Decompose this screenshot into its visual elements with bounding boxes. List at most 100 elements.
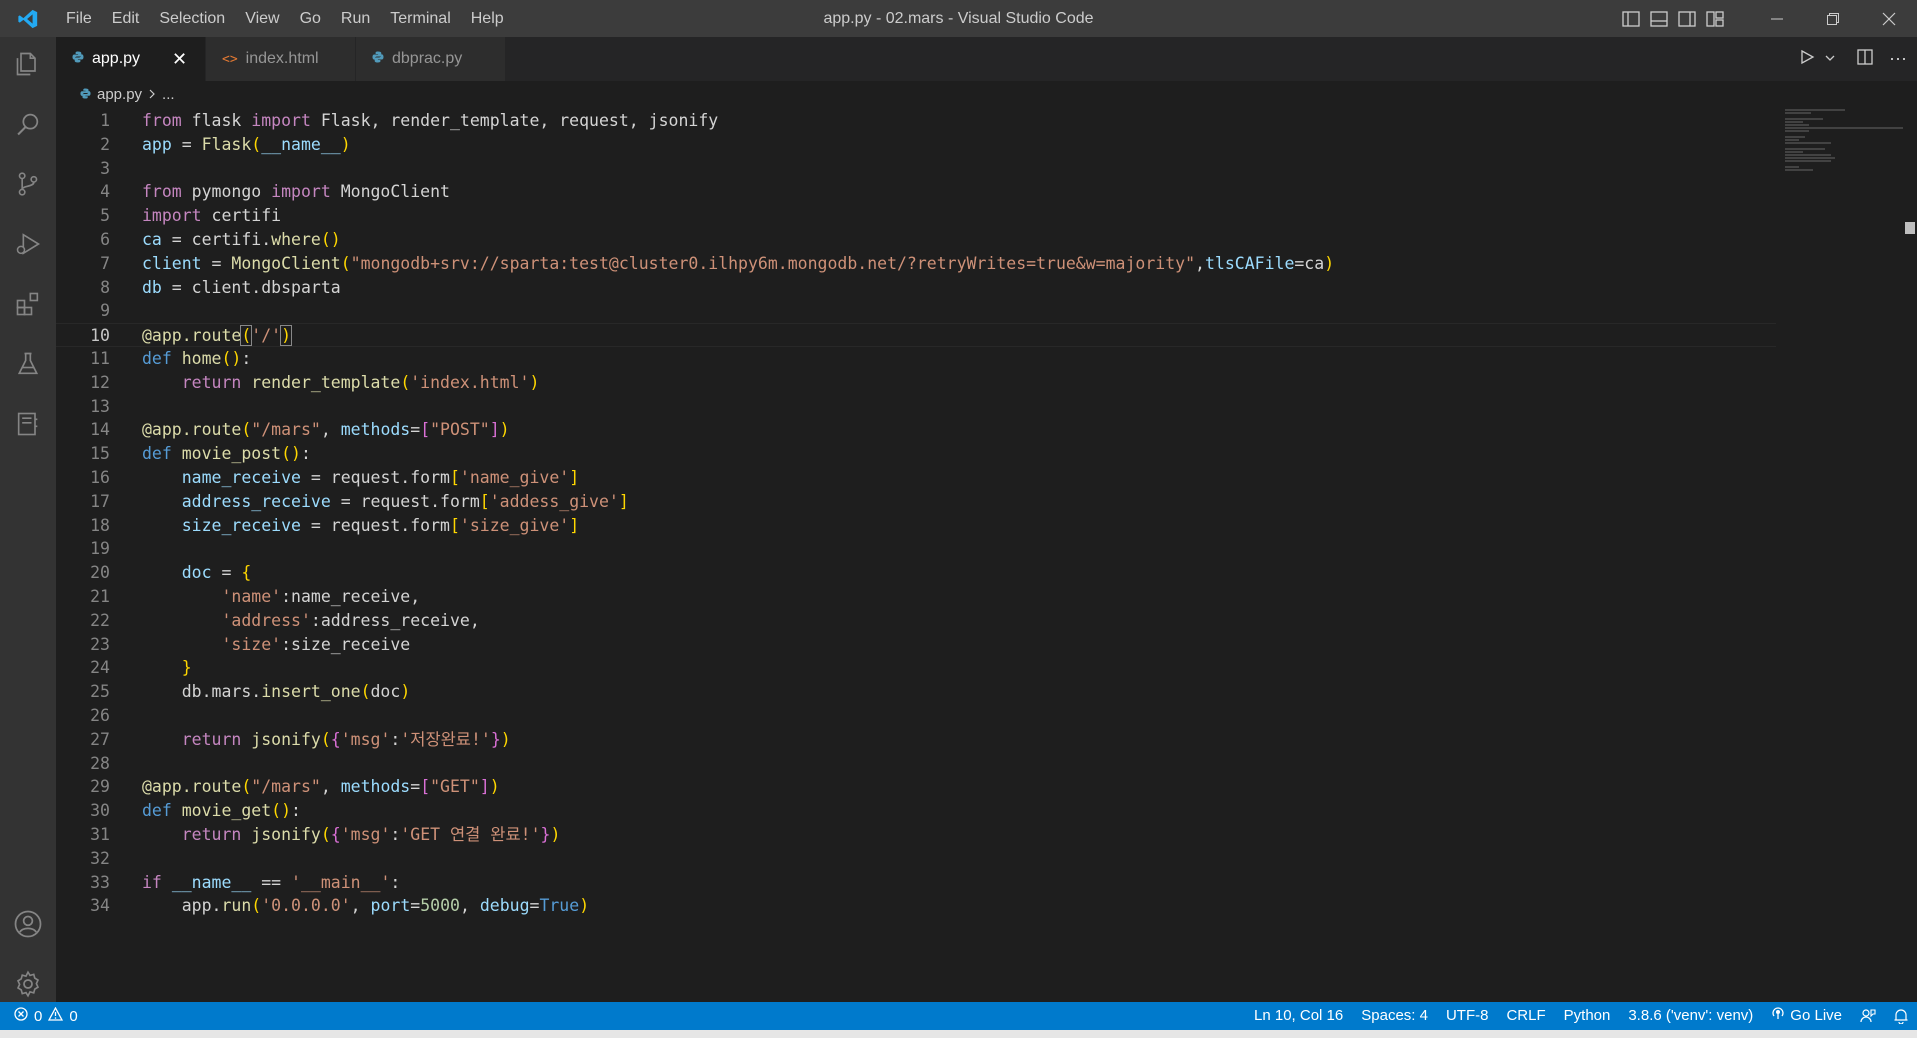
close-tab-icon[interactable]: ✕: [172, 49, 187, 70]
vscode-logo-icon: [0, 0, 56, 37]
menu-edit[interactable]: Edit: [102, 0, 150, 37]
title-actions: [1617, 0, 1917, 37]
tab-label: dbprac.py: [392, 50, 463, 67]
extensions-icon[interactable]: [0, 277, 56, 331]
code-line: def home():: [142, 348, 252, 368]
line-number: 15: [90, 444, 110, 464]
code-line: }: [181, 658, 192, 678]
accounts-icon[interactable]: [0, 897, 56, 951]
line-number: 5: [100, 206, 110, 226]
minimize-icon[interactable]: [1749, 0, 1805, 37]
editor-tabs: app.py ✕ <> index.html dbprac.py ⋯: [56, 37, 1917, 81]
split-editor-icon[interactable]: [1857, 48, 1873, 70]
python-icon: [372, 50, 384, 68]
run-debug-icon[interactable]: [0, 217, 56, 271]
line-number: 18: [90, 515, 110, 535]
line-number: 25: [90, 682, 110, 702]
code-line: db.mars.insert_one(doc): [142, 682, 411, 702]
chevron-down-icon[interactable]: [1825, 50, 1835, 68]
notebook-icon[interactable]: [0, 397, 56, 451]
broadcast-icon: [1771, 1002, 1785, 1030]
minimap[interactable]: [1785, 109, 1905, 189]
code-line: def movie_get():: [142, 801, 301, 821]
code-line: doc = {: [181, 563, 252, 583]
menu-terminal[interactable]: Terminal: [380, 0, 460, 37]
customize-layout-icon[interactable]: [1701, 0, 1729, 37]
code-editor[interactable]: 1 from flask import Flask, render_templat…: [56, 109, 1776, 918]
menu-selection[interactable]: Selection: [149, 0, 235, 37]
line-number: 10: [90, 326, 110, 346]
code-line: address_receive = request.form['addess_g…: [181, 491, 629, 511]
end-of-line[interactable]: CRLF: [1497, 1002, 1554, 1030]
toggle-panel-icon[interactable]: [1645, 0, 1673, 37]
line-number: 28: [90, 753, 110, 773]
line-number: 7: [100, 253, 110, 273]
code-line: size_receive = request.form['size_give']: [181, 515, 580, 535]
indentation[interactable]: Spaces: 4: [1352, 1002, 1437, 1030]
line-number: 8: [100, 277, 110, 297]
menu-help[interactable]: Help: [461, 0, 514, 37]
source-control-icon[interactable]: [0, 157, 56, 211]
breadcrumb: app.py ...: [80, 81, 175, 107]
line-number: 12: [90, 372, 110, 392]
code-line: app = Flask(__name__): [142, 134, 351, 154]
tab-dbprac-py[interactable]: dbprac.py: [356, 37, 506, 81]
line-number: 21: [90, 586, 110, 606]
notifications-bell-icon[interactable]: [1885, 1008, 1917, 1024]
go-live-button[interactable]: Go Live: [1762, 1002, 1851, 1030]
toggle-secondary-sidebar-icon[interactable]: [1673, 0, 1701, 37]
code-line: name_receive = request.form['name_give']: [181, 467, 580, 487]
code-line: @app.route("/mars", methods=["POST"]): [142, 420, 510, 440]
error-count: 0: [34, 1007, 43, 1025]
line-number: 31: [90, 824, 110, 844]
error-icon: [14, 1007, 28, 1025]
code-line: @app.route('/'): [142, 325, 293, 347]
code-line: from flask import Flask, render_template…: [142, 111, 719, 130]
tab-app-py[interactable]: app.py ✕: [56, 37, 206, 81]
search-icon[interactable]: [0, 97, 56, 151]
tab-index-html[interactable]: <> index.html: [206, 37, 356, 81]
editor-actions: ⋯: [1799, 37, 1907, 81]
line-number: 16: [90, 467, 110, 487]
tab-label: app.py: [92, 50, 141, 67]
code-line: def movie_post():: [142, 444, 311, 464]
menu-go[interactable]: Go: [290, 0, 331, 37]
line-number: 9: [100, 301, 110, 321]
problems-indicator[interactable]: 0 0: [0, 1006, 78, 1025]
menu-run[interactable]: Run: [331, 0, 380, 37]
breadcrumb-file[interactable]: app.py: [97, 86, 142, 103]
status-bar: 0 0 Ln 10, Col 16 Spaces: 4 UTF-8 CRLF P…: [0, 1002, 1917, 1030]
restore-icon[interactable]: [1805, 0, 1861, 37]
line-number: 17: [90, 491, 110, 511]
code-line: ca = certifi.where(): [142, 229, 341, 249]
code-line: import certifi: [142, 206, 282, 226]
scrollbar-thumb[interactable]: [1905, 222, 1915, 234]
menu-file[interactable]: File: [56, 0, 102, 37]
close-window-icon[interactable]: [1861, 0, 1917, 37]
code-line: return render_template('index.html'): [181, 372, 540, 392]
line-number: 24: [90, 658, 110, 678]
line-number: 14: [90, 420, 110, 440]
code-line: 'address':address_receive,: [221, 610, 480, 630]
line-number: 29: [90, 777, 110, 797]
explorer-icon[interactable]: [0, 37, 56, 91]
menu-view[interactable]: View: [235, 0, 289, 37]
line-number: 2: [100, 134, 110, 154]
python-interpreter[interactable]: 3.8.6 ('venv': venv): [1619, 1002, 1762, 1030]
testing-icon[interactable]: [0, 337, 56, 391]
cursor-position[interactable]: Ln 10, Col 16: [1245, 1002, 1352, 1030]
run-python-file-icon[interactable]: [1799, 49, 1815, 70]
code-line: return jsonify({'msg':'GET 연결 완료!'}): [181, 824, 561, 844]
title-bar: File Edit Selection View Go Run Terminal…: [0, 0, 1917, 37]
line-number: 13: [90, 396, 110, 416]
html-icon: <>: [222, 51, 238, 67]
encoding[interactable]: UTF-8: [1437, 1002, 1498, 1030]
line-number: 4: [100, 182, 110, 202]
feedback-icon[interactable]: [1851, 1008, 1885, 1024]
more-actions-icon[interactable]: ⋯: [1889, 49, 1907, 70]
code-line: app.run('0.0.0.0', port=5000, debug=True…: [142, 896, 590, 916]
breadcrumb-symbol[interactable]: ...: [162, 86, 175, 103]
language-mode[interactable]: Python: [1555, 1002, 1620, 1030]
toggle-sidebar-icon[interactable]: [1617, 0, 1645, 37]
python-icon: [80, 86, 91, 103]
